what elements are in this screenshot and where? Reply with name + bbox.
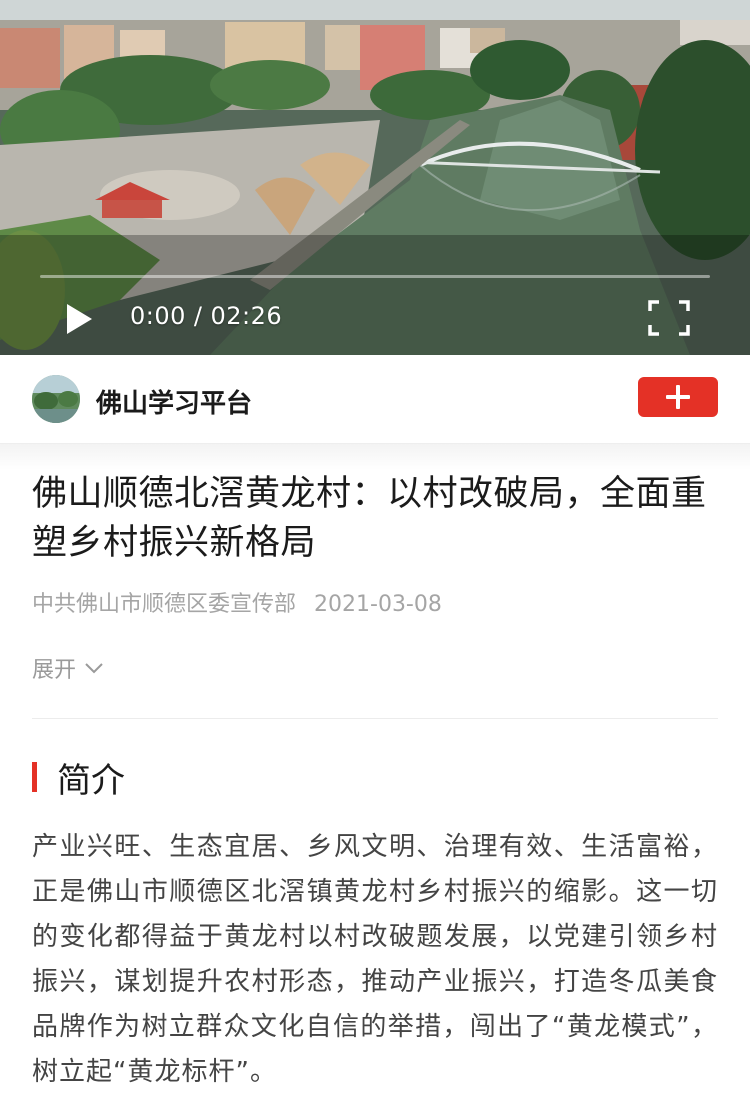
channel-name[interactable]: 佛山学习平台 — [96, 383, 252, 420]
section-title: 简介 — [57, 760, 125, 801]
article-source: 中共佛山市顺德区委宣传部 — [32, 592, 297, 617]
time-separator: / — [193, 302, 203, 330]
current-time: 0:00 — [130, 302, 186, 330]
expand-label: 展开 — [32, 658, 77, 683]
intro-text: 产业兴旺、生态宜居、乡风文明、治理有效、生活富裕，正是佛山市顺德区北滘镇黄龙村乡… — [32, 832, 718, 1087]
article-date: 2021-03-08 — [314, 592, 442, 617]
section-accent-bar — [32, 762, 37, 792]
expand-toggle[interactable]: 展开 — [32, 652, 104, 684]
video-player[interactable]: 0:00/02:26 — [0, 0, 750, 355]
divider — [32, 718, 718, 719]
play-button[interactable] — [64, 302, 94, 336]
follow-button[interactable] — [638, 377, 718, 417]
time-display: 0:00/02:26 — [130, 302, 282, 330]
play-icon — [67, 304, 92, 334]
progress-bar[interactable] — [40, 275, 710, 278]
fullscreen-icon — [648, 300, 690, 336]
article-title: 佛山顺德北滘黄龙村：以村改破局，全面重塑乡村振兴新格局 — [32, 474, 707, 563]
avatar-image — [32, 375, 80, 423]
player-controls: 0:00/02:26 — [0, 290, 750, 345]
channel-avatar[interactable] — [32, 375, 80, 423]
article-meta: 中共佛山市顺德区委宣传部 2021-03-08 — [32, 586, 718, 618]
section-gap — [0, 444, 750, 470]
article: 佛山顺德北滘黄龙村：以村改破局，全面重塑乡村振兴新格局 中共佛山市顺德区委宣传部… — [0, 470, 750, 1095]
fullscreen-button[interactable] — [648, 300, 690, 336]
section-header: 简介 — [32, 759, 718, 801]
duration: 02:26 — [210, 302, 283, 330]
chevron-down-icon — [85, 663, 103, 674]
channel-bar: 佛山学习平台 — [0, 355, 750, 444]
